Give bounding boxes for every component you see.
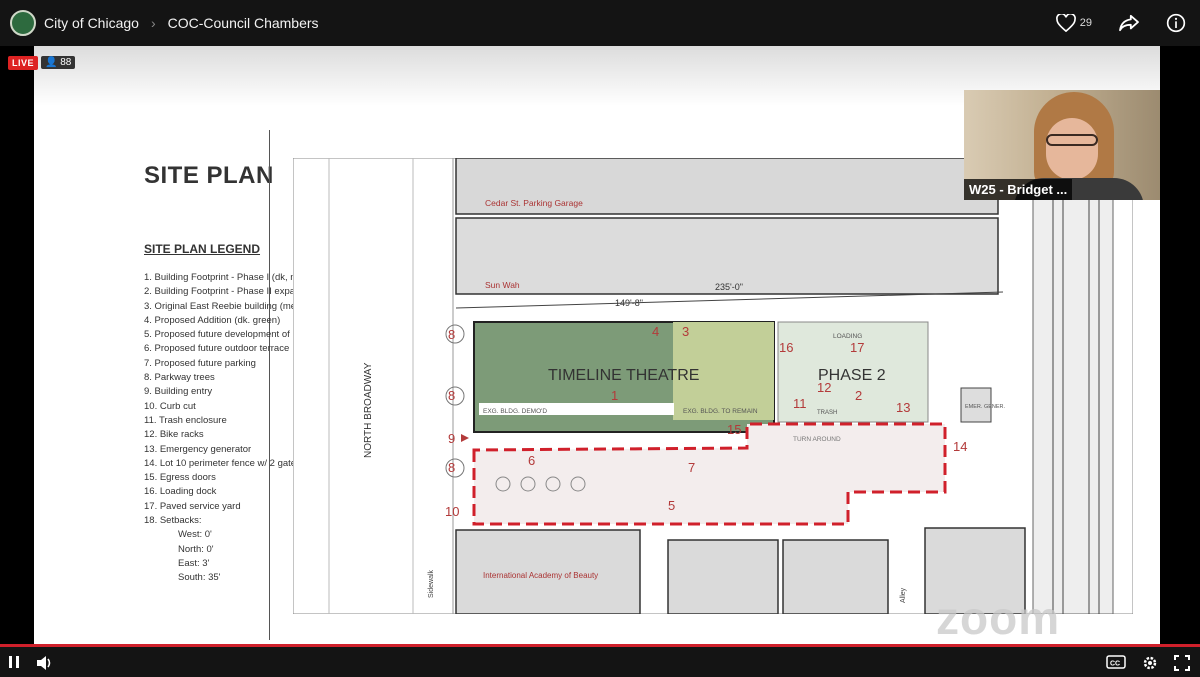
marker-9: 9 — [448, 431, 455, 446]
loading-note: LOADING — [833, 333, 862, 340]
breadcrumb-org[interactable]: City of Chicago — [44, 15, 139, 31]
share-button[interactable] — [1118, 14, 1140, 32]
zoom-watermark: zoom — [936, 592, 1061, 644]
academy-label: International Academy of Beauty — [483, 571, 598, 580]
speaker-video-tile[interactable]: W25 - Bridget ... — [964, 90, 1160, 200]
breadcrumb-channel[interactable]: COC-Council Chambers — [168, 15, 319, 31]
heart-icon — [1055, 14, 1076, 32]
share-icon — [1119, 14, 1139, 32]
marker-15: 15 — [727, 422, 741, 437]
volume-button[interactable] — [36, 655, 54, 671]
viewer-count-badge: 👤 88 — [41, 56, 76, 69]
person-icon: 👤 — [45, 57, 58, 68]
speaker-name: W25 - Bridget ... — [964, 179, 1073, 200]
marker-8: 8 — [448, 460, 455, 475]
cc-icon: CC — [1106, 655, 1126, 669]
marker-8: 8 — [448, 327, 455, 342]
remain-note: EXG. BLDG. TO REMAIN — [683, 408, 758, 415]
marker-6: 6 — [528, 453, 535, 468]
like-count: 29 — [1079, 17, 1092, 29]
info-button[interactable] — [1166, 13, 1186, 33]
marker-2: 2 — [855, 388, 862, 403]
marker-1: 1 — [611, 388, 618, 403]
top-bar: City of Chicago › COC-Council Chambers 2… — [0, 0, 1200, 46]
demo-note: EXG. BLDG. DEMO'D — [483, 408, 547, 415]
dimension-2: 235'-0" — [715, 282, 743, 292]
fullscreen-button[interactable] — [1174, 655, 1190, 671]
marker-3: 3 — [682, 324, 689, 339]
site-plan-drawing: NORTH BROADWAY Cedar St. Parking Garage … — [293, 158, 1133, 614]
marker-13: 13 — [896, 400, 910, 415]
pause-icon — [9, 656, 19, 668]
city-seal-icon[interactable] — [10, 10, 36, 36]
marker-16: 16 — [779, 340, 793, 355]
settings-button[interactable] — [1142, 655, 1158, 671]
legend-title: SITE PLAN LEGEND — [144, 242, 261, 256]
live-badge: LIVE — [8, 56, 39, 70]
theatre-label: TIMELINE THEATRE — [548, 367, 699, 384]
alley-label: Alley — [900, 587, 907, 603]
marker-8: 8 — [448, 388, 455, 403]
generator-note: EMER. GENER. — [965, 404, 1006, 410]
progress-bar[interactable] — [0, 644, 1200, 647]
info-icon — [1166, 13, 1186, 33]
chevron-right-icon: › — [150, 15, 156, 31]
street-label: NORTH BROADWAY — [363, 362, 374, 458]
marker-5: 5 — [668, 498, 675, 513]
turn-note: TURN AROUND — [793, 436, 841, 443]
like-button[interactable]: 29 — [1055, 14, 1092, 32]
marker-12: 12 — [817, 380, 831, 395]
marker-11: 11 — [793, 396, 807, 411]
settings-icon — [1143, 656, 1157, 670]
slide-title: SITE PLAN — [144, 162, 274, 189]
video-player[interactable]: SITE PLAN SITE PLAN LEGEND 1. Building F… — [0, 46, 1200, 644]
marker-10: 10 — [445, 504, 459, 519]
viewer-count: 88 — [60, 57, 72, 68]
captions-button[interactable]: CC — [1106, 655, 1126, 669]
trash-note: TRASH — [817, 410, 837, 416]
sun-wah-label: Sun Wah — [485, 280, 520, 290]
marker-14: 14 — [953, 439, 967, 454]
fullscreen-icon — [1174, 655, 1190, 671]
marker-17: 17 — [850, 340, 864, 355]
volume-icon — [37, 656, 51, 670]
marker-4: 4 — [652, 324, 659, 339]
top-actions: 29 — [1055, 0, 1200, 46]
sidewalk-label: Sidewalk — [428, 569, 435, 598]
player-controls: CC — [0, 644, 1200, 677]
marker-7: 7 — [688, 460, 695, 475]
dimension-1: 149'-8" — [615, 298, 643, 308]
pause-button[interactable] — [8, 655, 20, 669]
garage-label: Cedar St. Parking Garage — [485, 198, 583, 208]
svg-text:CC: CC — [1110, 661, 1120, 668]
